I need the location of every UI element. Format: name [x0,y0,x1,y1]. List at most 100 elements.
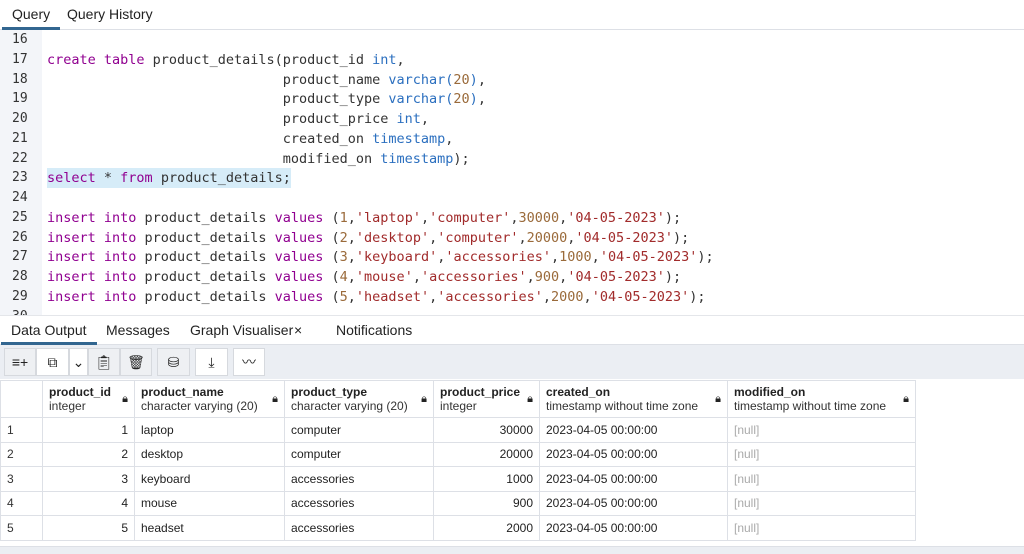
column-header-product_price[interactable]: product_price integer 🔒︎ [433,380,540,418]
column-header-product_type[interactable]: product_type character varying (20) 🔒︎ [284,380,434,418]
code-line: 16 [0,30,1024,50]
column-header-product_id[interactable]: product_id integer 🔒︎ [42,380,135,418]
table-cell[interactable]: 2000 [433,515,540,541]
table-cell[interactable]: 2023-04-05 00:00:00 [539,466,728,492]
close-icon[interactable]: × [294,316,302,345]
code-line: 19 product_type varchar(20), [0,89,1024,109]
code-text: insert into product_details values (3,'k… [47,247,714,267]
tab-query[interactable]: Query [2,0,61,30]
code-token: '04-05-2023' [567,269,665,286]
output-tabs: Data Output Messages Graph Visualiser × … [0,315,1024,345]
column-type: integer [440,399,477,413]
table-row[interactable]: 4 4 mouse accessories 900 2023-04-05 00:00:00… [0,490,916,516]
table-cell[interactable]: accessories [284,515,434,541]
table-cell[interactable]: 1000 [433,466,540,492]
code-token: , [347,289,356,305]
delete-icon[interactable]: 🗑︎ [120,348,152,376]
code-token: ); [689,289,706,305]
table-cell[interactable]: headset [134,515,285,541]
table-cell[interactable]: accessories [284,490,434,516]
table-cell[interactable]: desktop [134,441,285,467]
code-token: insert into [47,249,145,266]
table-cell[interactable]: 2023-04-05 00:00:00 [539,417,728,443]
table-row[interactable]: 5 5 headset accessories 2000 2023-04-05 00:00… [0,515,916,541]
code-token: ( [331,289,340,305]
graph-icon[interactable]: 〰 [233,348,265,376]
code-token: 5 [339,289,348,305]
table-cell[interactable]: 2023-04-05 00:00:00 [539,515,728,541]
table-cell[interactable]: 30000 [433,417,540,443]
code-token: product_details [144,289,275,305]
code-token: 'headset' [355,289,430,305]
table-cell[interactable]: [null] [727,490,916,516]
code-token: 30000 [518,209,560,226]
table-cell[interactable]: 3 [42,466,135,492]
code-text: select * from product_details; [47,168,291,189]
table-cell[interactable]: accessories [284,466,434,492]
column-header-created_on[interactable]: created_on timestamp without time zone 🔒︎ [539,380,728,418]
table-cell[interactable]: keyboard [134,466,285,492]
code-line: 27 insert into product_details values (3,… [0,247,1024,267]
code-line: 30 [0,307,1024,315]
line-number: 22 [12,150,28,166]
table-cell[interactable]: 4 [42,490,135,516]
table-cell[interactable]: mouse [134,490,285,516]
code-token: ); [453,150,470,167]
tab-graph-visualiser[interactable]: Graph Visualiser [180,316,303,345]
code-token: ); [664,269,682,286]
table-cell[interactable]: 1 [42,417,135,443]
column-type: timestamp without time zone [734,399,887,413]
code-line: 25 insert into product_details values (1,… [0,208,1024,228]
table-cell[interactable]: laptop [134,417,285,443]
table-cell[interactable]: 2023-04-05 00:00:00 [539,490,728,516]
add-row-icon[interactable]: ≡+ [4,348,36,376]
table-cell[interactable]: [null] [727,441,916,467]
code-token: ); [672,229,690,246]
code-token: * [95,170,121,187]
paste-icon[interactable]: 📋︎ [88,348,120,376]
lock-icon: 🔒︎ [122,393,128,405]
table-cell[interactable]: 900 [433,490,540,516]
code-token: modified_on [47,150,381,167]
table-cell[interactable]: computer [284,441,434,467]
table-cell[interactable]: 2023-04-05 00:00:00 [539,441,728,467]
table-row[interactable]: 1 1 laptop computer 30000 2023-04-05 00:00:00… [0,417,916,443]
table-row[interactable]: 2 2 desktop computer 20000 2023-04-05 00:00:0… [0,441,916,467]
table-cell[interactable]: 2 [42,441,135,467]
code-token: , [510,209,519,226]
sql-editor[interactable]: 16 17 create table product_details(product… [0,30,1024,315]
tab-query-history[interactable]: Query History [57,0,163,30]
table-cell[interactable]: 5 [42,515,135,541]
code-token: product_type [47,91,389,108]
column-type: character varying (20) [291,399,408,413]
chevron-down-icon[interactable]: ⌄ [69,348,88,376]
table-cell[interactable]: computer [284,417,434,443]
tab-data-output[interactable]: Data Output [1,316,97,345]
code-text: insert into product_details values (5,'h… [47,287,706,307]
code-line: 26 insert into product_details values (2,… [0,228,1024,248]
table-cell[interactable]: 20000 [433,441,540,467]
table-cell[interactable]: [null] [727,515,916,541]
code-line: 22 modified_on timestamp); [0,149,1024,169]
save-data-icon[interactable]: ⛁ [157,348,190,376]
code-token: , [583,289,592,305]
code-token: ) [469,71,478,88]
code-token: created_on [47,130,373,147]
code-line: 28 insert into product_details values (4,… [0,267,1024,287]
code-token: , [591,249,600,266]
code-token: product_name [47,71,389,88]
code-text: created_on timestamp, [47,129,454,149]
copy-icon[interactable]: ⧉ [36,348,69,376]
table-cell[interactable]: [null] [727,466,916,492]
code-token: , [542,289,552,305]
column-header-modified_on[interactable]: modified_on timestamp without time zone 🔒︎ [727,380,916,418]
tab-messages[interactable]: Messages [96,316,180,345]
code-token: '04-05-2023' [591,289,690,305]
code-token: ); [664,209,682,226]
download-icon[interactable]: ⤓ [195,348,228,376]
tab-notifications[interactable]: Notifications [326,316,422,345]
column-header-product_name[interactable]: product_name character varying (20) 🔒︎ [134,380,285,418]
table-cell[interactable]: [null] [727,417,916,443]
table-row[interactable]: 3 3 keyboard accessories 1000 2023-04-05 00:0… [0,466,916,492]
code-token: 4 [339,269,348,286]
